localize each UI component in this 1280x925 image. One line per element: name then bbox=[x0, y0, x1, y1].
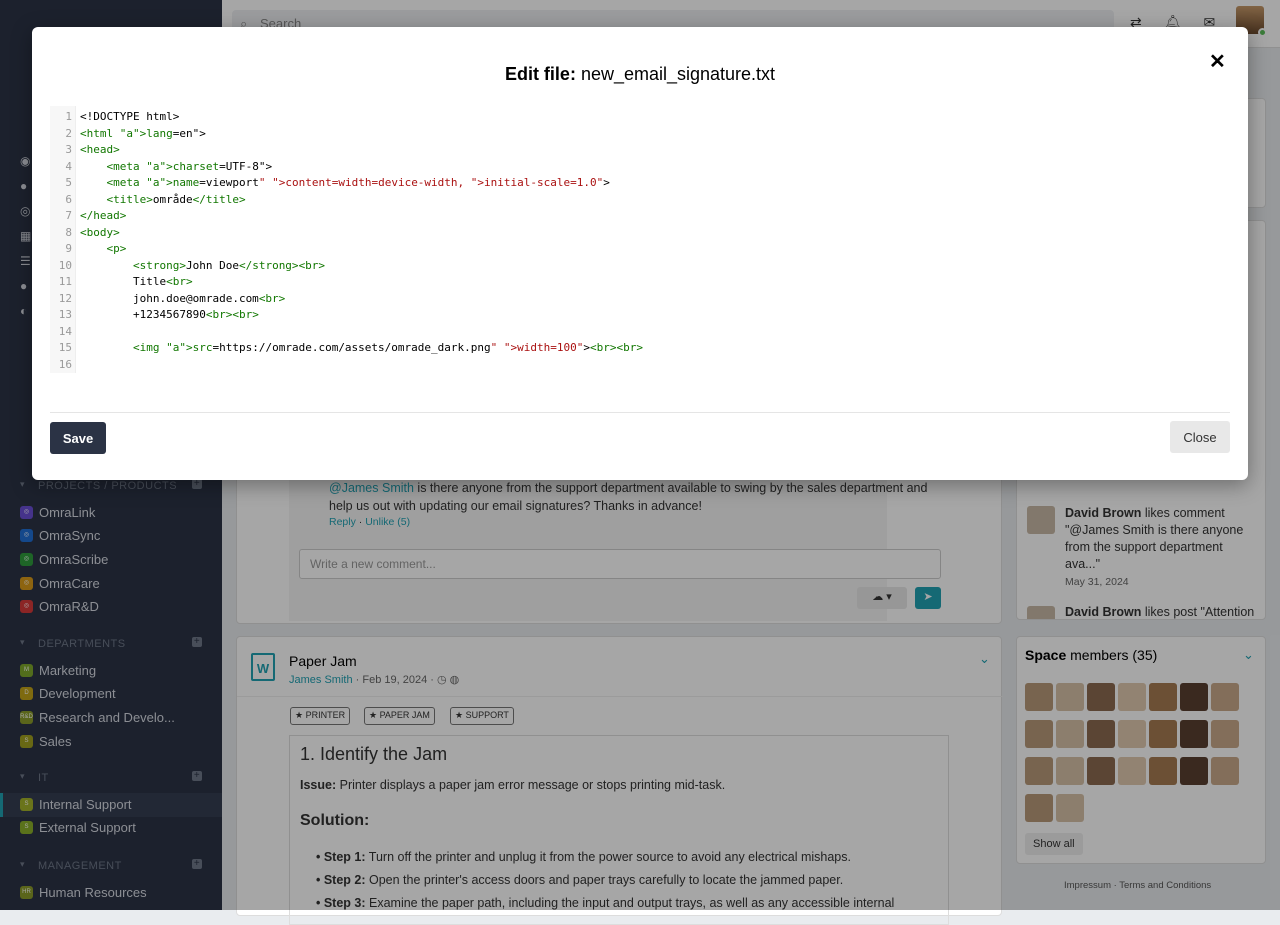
code-line[interactable]: <body> bbox=[80, 226, 120, 239]
close-icon[interactable]: ✕ bbox=[1209, 49, 1226, 74]
code-line[interactable]: <strong>John Doe</strong><br> bbox=[80, 259, 325, 272]
code-line[interactable]: <head> bbox=[80, 143, 120, 156]
line-number: 4 bbox=[65, 159, 72, 173]
edit-file-modal: Edit file: new_email_signature.txt ✕ 123… bbox=[32, 27, 1248, 480]
line-number: 14 bbox=[58, 324, 72, 338]
code-line[interactable]: <title>område</title> bbox=[80, 193, 246, 206]
line-number: 2 bbox=[65, 126, 72, 140]
line-number: 12 bbox=[58, 291, 72, 305]
code-line[interactable]: Title<br> bbox=[80, 275, 193, 288]
code-line[interactable]: <meta "a">name=viewport" ">content=width… bbox=[80, 176, 610, 189]
line-number: 6 bbox=[65, 192, 72, 206]
code-line[interactable]: <p> bbox=[80, 242, 127, 255]
code-line[interactable]: +1234567890<br><br> bbox=[80, 308, 259, 321]
save-button[interactable]: Save bbox=[50, 422, 106, 454]
line-number: 5 bbox=[65, 176, 72, 189]
modal-footer-divider bbox=[50, 412, 1230, 413]
line-number: 16 bbox=[58, 357, 72, 371]
code-line[interactable]: <html "a">lang=en"> bbox=[80, 127, 206, 140]
code-line[interactable]: <meta "a">charset=UTF-8"> bbox=[80, 160, 273, 173]
line-number: 13 bbox=[58, 308, 72, 321]
modal-title: Edit file: new_email_signature.txt bbox=[504, 64, 776, 84]
code-line[interactable]: </head> bbox=[80, 209, 126, 222]
code-line[interactable]: <img "a">src=https://omrade.com/assets/o… bbox=[80, 341, 643, 354]
modal-filename: new_email_signature.txt bbox=[580, 64, 776, 84]
line-number: 11 bbox=[58, 275, 72, 288]
line-number: 7 bbox=[65, 209, 72, 222]
line-number: 3 bbox=[65, 143, 72, 156]
code-line[interactable]: <!DOCTYPE html> bbox=[80, 110, 179, 123]
line-number-gutter: 1 2 3 4 5 6 7 8 9 10 11 12 13 14 15 16 bbox=[50, 106, 76, 373]
line-number: 8 bbox=[65, 225, 72, 239]
line-number: 9 bbox=[65, 242, 72, 255]
line-number: 10 bbox=[58, 258, 72, 272]
code-editor[interactable]: 1 2 3 4 5 6 7 8 9 10 11 12 13 14 15 16 <!DOCTYPE html> <… bbox=[50, 106, 1230, 373]
line-number: 1 bbox=[65, 110, 72, 123]
line-number: 15 bbox=[58, 341, 72, 354]
code-line[interactable]: john.doe@omrade.com<br> bbox=[80, 292, 285, 305]
close-button[interactable]: Close bbox=[1170, 421, 1230, 453]
